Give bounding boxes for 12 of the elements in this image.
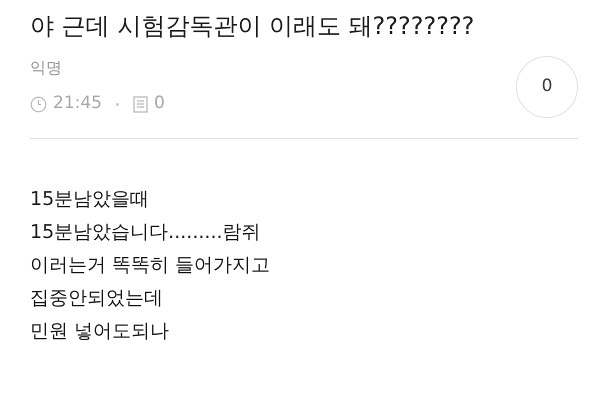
author-name: 익명 xyxy=(30,57,63,80)
body-text-line: 15분남았습니다.........람쥐 xyxy=(30,220,262,245)
comment-count: 0 xyxy=(154,92,165,116)
like-button[interactable]: 0 xyxy=(516,56,578,118)
document-icon xyxy=(133,96,148,112)
clock-icon xyxy=(30,96,47,112)
body-text-line: 15분남았을때 xyxy=(30,187,150,212)
body-text-line: 민원 넣어도되나 xyxy=(30,319,170,344)
post-time: 21:45 xyxy=(53,92,102,116)
body-text-line: 이러는거 똑똑히 들어가지고 xyxy=(30,253,272,278)
body-text-line: 집중안되었는데 xyxy=(30,286,164,311)
post-title: 야 근데 시험감독관이 이래도 돼???????? xyxy=(30,11,476,42)
